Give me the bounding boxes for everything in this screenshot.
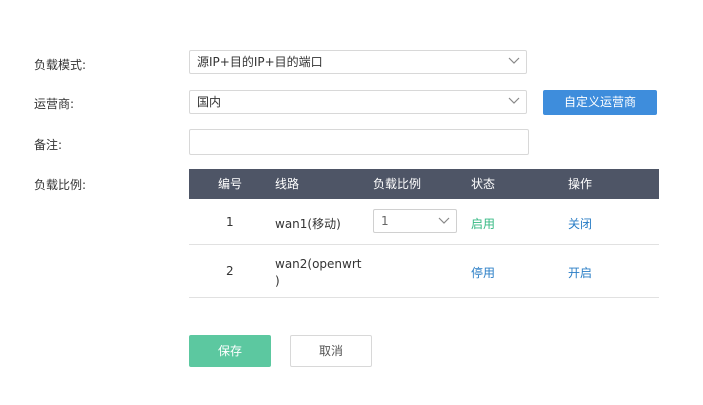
carrier-label: 运营商: <box>34 97 75 111</box>
ratio-select[interactable]: 1 <box>373 209 457 233</box>
table-header: 编号 线路 负载比例 状态 操作 <box>189 169 659 199</box>
row-id: 1 <box>226 215 234 229</box>
chevron-down-icon <box>508 97 520 104</box>
save-button[interactable]: 保存 <box>189 335 271 367</box>
load-mode-select[interactable]: 源IP+目的IP+目的端口 <box>189 50 527 74</box>
ratio-label: 负载比例: <box>34 178 87 192</box>
row-line: wan1(移动) <box>275 217 341 231</box>
ratio-value: 1 <box>381 214 389 228</box>
row-line: wan2(openwrt ) <box>275 256 362 290</box>
header-ratio: 负载比例 <box>373 177 422 191</box>
load-mode-value: 源IP+目的IP+目的端口 <box>197 55 323 69</box>
row-id: 2 <box>226 264 234 278</box>
carrier-value: 国内 <box>197 95 222 109</box>
carrier-select[interactable]: 国内 <box>189 90 527 114</box>
header-line: 线路 <box>275 177 300 191</box>
load-mode-label: 负载模式: <box>34 58 87 72</box>
header-status: 状态 <box>471 177 496 191</box>
note-label: 备注: <box>34 138 63 152</box>
table-row: 1 wan1(移动) 1 启用 关闭 <box>189 199 659 245</box>
header-action: 操作 <box>568 177 593 191</box>
disable-link[interactable]: 关闭 <box>568 215 592 232</box>
status-badge: 停用 <box>471 266 496 280</box>
chevron-down-icon <box>438 217 450 224</box>
cancel-button[interactable]: 取消 <box>290 335 372 367</box>
row-line-part2: ) <box>275 274 280 288</box>
row-line-part1: wan2(openwrt <box>275 257 362 271</box>
custom-carrier-button[interactable]: 自定义运营商 <box>543 90 657 115</box>
table-row: 2 wan2(openwrt ) 停用 开启 <box>189 245 659 298</box>
enable-link[interactable]: 开启 <box>568 264 592 281</box>
note-input[interactable] <box>189 129 529 155</box>
chevron-down-icon <box>508 57 520 64</box>
status-badge: 启用 <box>471 217 496 231</box>
header-id: 编号 <box>218 177 243 191</box>
